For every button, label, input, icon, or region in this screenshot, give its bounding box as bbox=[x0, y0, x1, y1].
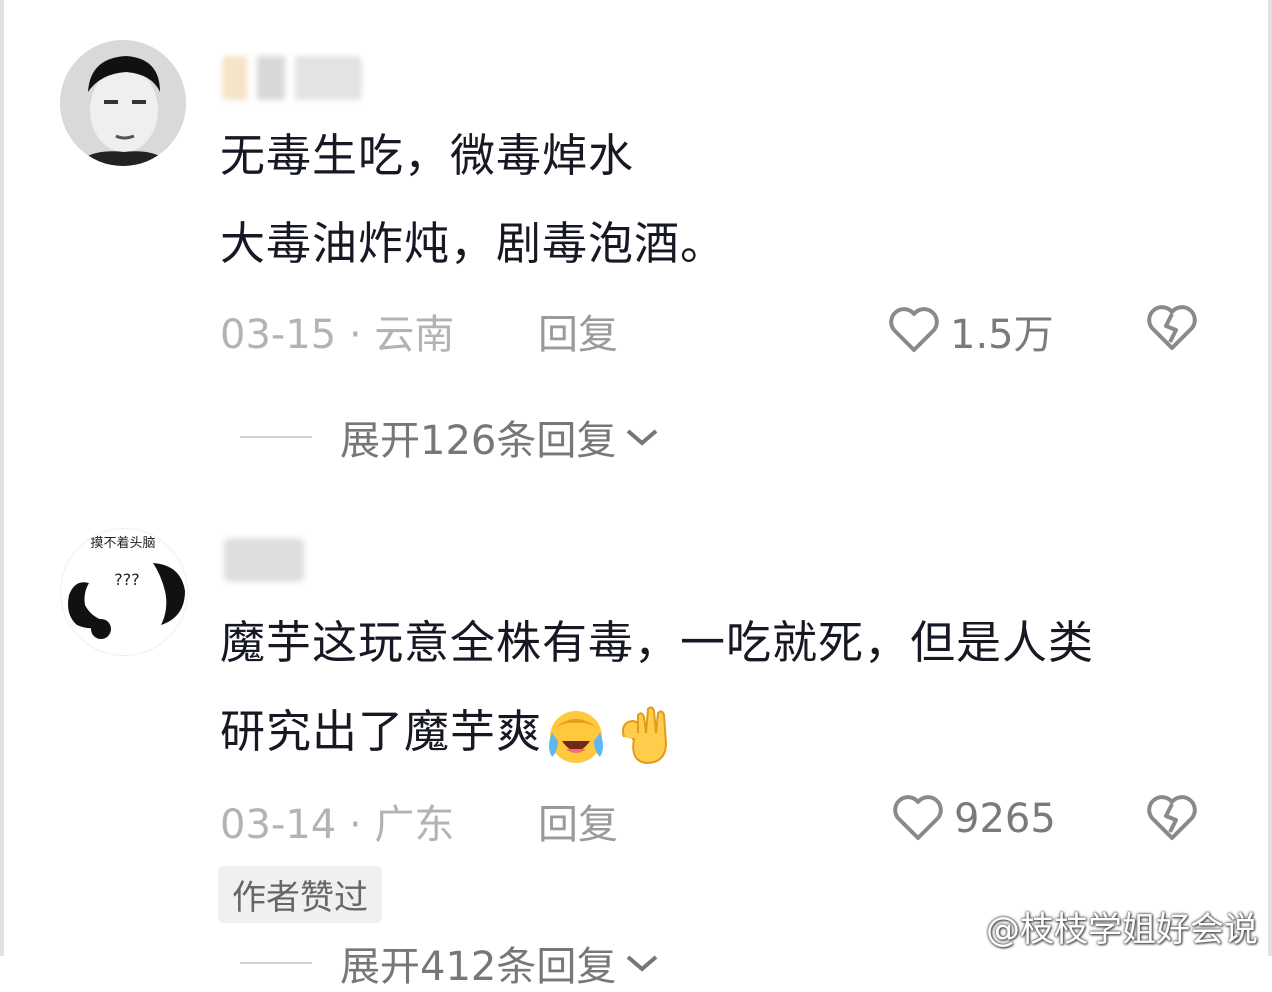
username-blurred bbox=[222, 56, 362, 100]
avatar-caption: 摸不着头脑 bbox=[90, 535, 155, 551]
username-blurred bbox=[224, 538, 304, 582]
laughing-crying-emoji bbox=[549, 711, 604, 763]
right-edge bbox=[1268, 0, 1272, 956]
comment-text-line: 魔芋这玩意全株有毒，一吃就死，但是人类 bbox=[220, 616, 1095, 669]
comment-meta: 03-14 · 广东 bbox=[220, 802, 455, 848]
heart-outline-icon bbox=[890, 792, 946, 846]
heart-outline-icon bbox=[886, 304, 942, 358]
reply-button[interactable]: 回复 bbox=[538, 792, 618, 850]
like-button[interactable]: 1.5万 bbox=[886, 302, 1054, 360]
chevron-down-icon bbox=[627, 955, 658, 972]
like-count: 9265 bbox=[954, 796, 1056, 842]
watermark-text: @枝枝学姐好会说 bbox=[986, 910, 1258, 950]
expand-replies[interactable]: 展开412条回复 bbox=[240, 934, 660, 992]
ok-hand-emoji bbox=[622, 706, 668, 765]
chevron-down-icon bbox=[627, 429, 658, 446]
expand-replies-label: 展开412条回复 bbox=[340, 944, 617, 990]
like-button[interactable]: 9265 bbox=[890, 792, 1056, 846]
left-edge bbox=[0, 0, 4, 956]
like-count: 1.5万 bbox=[950, 312, 1054, 358]
avatar[interactable] bbox=[60, 40, 186, 166]
watermark: @枝枝学姐好会说 bbox=[934, 902, 1258, 951]
dislike-button[interactable] bbox=[1144, 302, 1200, 356]
dislike-button[interactable] bbox=[1144, 792, 1200, 846]
comment-text-span: 研究出了魔芋爽 bbox=[220, 705, 543, 758]
comment-text-line: 无毒生吃，微毒焯水 bbox=[220, 129, 635, 182]
reply-button[interactable]: 回复 bbox=[538, 302, 618, 360]
avatar[interactable]: 摸不着头脑 ??? bbox=[60, 528, 188, 656]
author-liked-badge: 作者赞过 bbox=[218, 866, 382, 923]
comment-text-line: 研究出了魔芋爽 bbox=[220, 702, 674, 767]
comment-meta: 03-15 · 云南 bbox=[220, 312, 455, 358]
weibo-logo-icon bbox=[935, 907, 982, 944]
comment-text-line: 大毒油炸炖，剧毒泡酒。 bbox=[220, 217, 727, 270]
broken-heart-icon bbox=[1144, 305, 1200, 356]
broken-heart-icon bbox=[1144, 795, 1200, 846]
divider-dash bbox=[240, 962, 312, 964]
avatar-question-marks: ??? bbox=[114, 570, 139, 589]
expand-replies-label: 展开126条回复 bbox=[340, 418, 617, 464]
divider-dash bbox=[240, 436, 312, 438]
expand-replies[interactable]: 展开126条回复 bbox=[240, 408, 660, 466]
